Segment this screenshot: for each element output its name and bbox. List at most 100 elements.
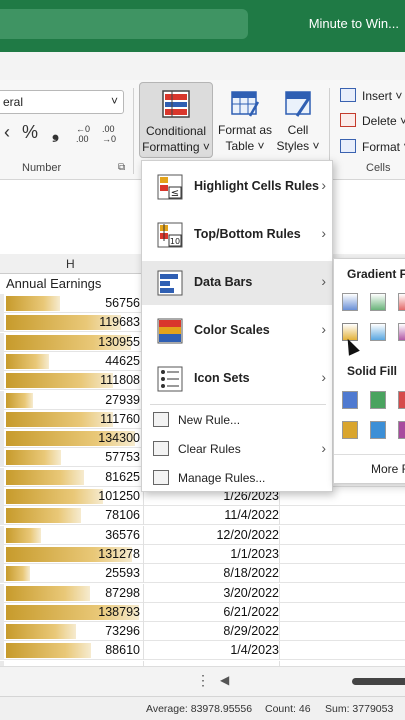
number-format-dropdown[interactable]: eral ˅ — [0, 90, 124, 114]
delete-icon — [340, 113, 356, 127]
insert-icon — [340, 88, 356, 102]
earnings-cell[interactable]: 134300 — [0, 431, 140, 445]
earnings-cell[interactable]: 130955 — [0, 335, 140, 349]
solid-red-swatch[interactable] — [398, 391, 405, 409]
cf-label-line2: Formatting ˅ — [142, 140, 210, 154]
table-row[interactable]: 36576 12/20/2022 — [0, 525, 405, 545]
date-cell[interactable]: 8/29/2022 — [144, 624, 279, 638]
percent-style-button[interactable]: % — [22, 122, 38, 143]
dialog-launcher-icon[interactable]: ⧉ — [118, 162, 125, 173]
chevron-down-icon[interactable]: ˅ — [111, 94, 118, 108]
cell-gridline — [279, 506, 280, 526]
search-box[interactable] — [0, 9, 248, 39]
delete-button[interactable]: Delete ˅ — [340, 113, 405, 128]
solid-blue-swatch[interactable] — [342, 391, 358, 409]
solid-lightblue-swatch[interactable] — [370, 421, 386, 439]
date-cell[interactable]: 1/4/2023 — [144, 643, 279, 657]
earnings-cell[interactable]: 119683 — [0, 315, 140, 329]
date-cell[interactable]: 6/21/2022 — [144, 605, 279, 619]
more-options-icon[interactable]: ⋮ — [196, 672, 210, 689]
gradient-red-swatch[interactable] — [398, 293, 405, 311]
table-row[interactable]: 88610 1/4/2023 — [0, 641, 405, 661]
solid-green-swatch[interactable] — [370, 391, 386, 409]
number-format-value: eral — [3, 95, 24, 109]
earnings-cell[interactable]: 131278 — [0, 547, 140, 561]
table-icon — [230, 88, 260, 118]
format-button[interactable]: Format ˅ — [340, 139, 405, 154]
earnings-cell[interactable]: 88610 — [0, 643, 140, 657]
delete-label: Delete ˅ — [362, 114, 405, 128]
earnings-cell[interactable]: 101250 — [0, 489, 140, 503]
cell-gridline — [279, 583, 280, 603]
earnings-cell[interactable]: 138793 — [0, 605, 140, 619]
databars-label: Data Bars — [194, 275, 253, 289]
more-rules-link[interactable]: More R — [371, 462, 405, 476]
earnings-cell[interactable]: 36576 — [0, 528, 140, 542]
scroll-left-icon[interactable]: ◀ — [220, 673, 229, 687]
decrease-decimal-button[interactable]: .00 →0 — [102, 124, 122, 144]
date-cell[interactable]: 1/1/2023 — [144, 547, 279, 561]
status-sum: Sum: 3779053 — [325, 703, 394, 715]
earnings-cell[interactable]: 56756 — [0, 296, 140, 310]
table-row[interactable]: 131278 1/1/2023 — [0, 544, 405, 564]
comma-style-button[interactable]: ❟ — [52, 122, 59, 143]
scrollbar-thumb[interactable] — [352, 678, 405, 685]
menu-item-new-rule[interactable]: New Rule... — [142, 406, 332, 434]
horizontal-scrollbar-area: ⋮ ◀ — [0, 666, 405, 696]
icon-sets-icon — [154, 365, 186, 393]
menu-item-manage-rules[interactable]: Manage Rules... — [142, 464, 332, 492]
earnings-cell[interactable]: 25593 — [0, 566, 140, 580]
earnings-cell[interactable]: 44625 — [0, 354, 140, 368]
conditional-formatting-button[interactable]: Conditional Formatting ˅ — [139, 82, 213, 158]
menu-item-highlight-cells-rules[interactable]: ≤ Highlight Cells Rules › — [142, 165, 332, 209]
gradient-lightblue-swatch[interactable] — [370, 323, 386, 341]
cell-gridline — [279, 622, 280, 642]
chevron-right-icon: › — [321, 440, 326, 456]
menu-item-top-bottom-rules[interactable]: 10 Top/Bottom Rules › — [142, 213, 332, 257]
table-row[interactable]: 25593 8/18/2022 — [0, 564, 405, 584]
earnings-cell[interactable]: 57753 — [0, 450, 140, 464]
gradient-green-swatch[interactable] — [370, 293, 386, 311]
menu-item-color-scales[interactable]: Color Scales › — [142, 309, 332, 353]
solid-orange-swatch[interactable] — [342, 421, 358, 439]
column-header-h[interactable]: H — [66, 257, 75, 271]
status-count: Count: 46 — [265, 703, 311, 715]
table-row[interactable]: 138793 6/21/2022 — [0, 602, 405, 622]
insert-button[interactable]: Insert ˅ — [340, 88, 402, 103]
cell-gridline — [279, 564, 280, 584]
earnings-cell[interactable]: 111808 — [0, 373, 140, 387]
solid-purple-swatch[interactable] — [398, 421, 405, 439]
cell-styles-button[interactable]: Cell Styles ˅ — [276, 82, 320, 158]
earnings-cell[interactable]: 78106 — [0, 508, 140, 522]
currency-partial-icon[interactable]: ‹ — [4, 122, 10, 143]
date-cell[interactable]: 3/20/2022 — [144, 586, 279, 600]
managerules-label: Manage Rules... — [178, 471, 266, 485]
table-row[interactable]: 73296 8/29/2022 — [0, 622, 405, 642]
top-bottom-icon: 10 — [154, 221, 186, 249]
chevron-right-icon: › — [321, 273, 326, 289]
earnings-cell[interactable]: 27939 — [0, 393, 140, 407]
menu-item-data-bars[interactable]: Data Bars › — [142, 261, 332, 305]
cf-label-line1: Conditional — [145, 124, 207, 138]
increase-decimal-button[interactable]: ←0 .00 — [76, 124, 96, 144]
table-row[interactable]: 78106 11/4/2022 — [0, 506, 405, 526]
format-label: Format ˅ — [362, 140, 405, 154]
date-cell[interactable]: 11/4/2022 — [144, 508, 279, 522]
date-cell[interactable]: 12/20/2022 — [144, 528, 279, 542]
earnings-cell[interactable]: 111760 — [0, 412, 140, 426]
cell-styles-icon — [283, 88, 313, 118]
format-as-table-button[interactable]: Format as Table ˅ — [216, 82, 274, 158]
table-row[interactable]: 87298 3/20/2022 — [0, 583, 405, 603]
color-scales-icon — [154, 317, 186, 345]
earnings-cell[interactable]: 73296 — [0, 624, 140, 638]
menu-item-clear-rules[interactable]: Clear Rules › — [142, 435, 332, 463]
date-cell[interactable]: 8/18/2022 — [144, 566, 279, 580]
gradient-purple-swatch[interactable] — [398, 323, 405, 341]
earnings-cell[interactable]: 81625 — [0, 470, 140, 484]
earnings-cell[interactable]: 87298 — [0, 586, 140, 600]
chevron-right-icon: › — [321, 321, 326, 337]
status-bar: Average: 83978.95556 Count: 46 Sum: 3779… — [0, 696, 405, 720]
menu-item-icon-sets[interactable]: Icon Sets › — [142, 357, 332, 401]
header-cell[interactable]: Annual Earnings — [0, 274, 143, 294]
gradient-blue-swatch[interactable] — [342, 293, 358, 311]
